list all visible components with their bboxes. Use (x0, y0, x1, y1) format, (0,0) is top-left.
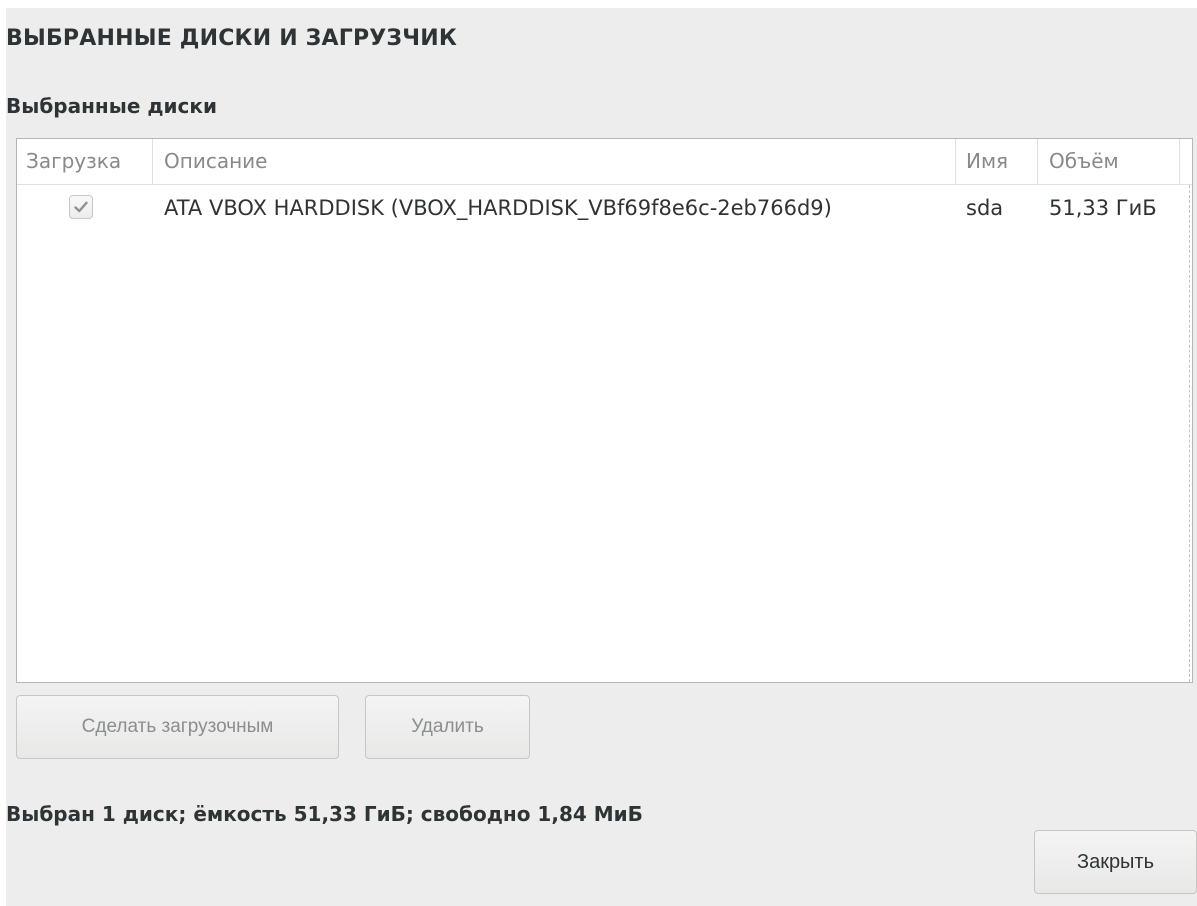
dialog-title: ВЫБРАННЫЕ ДИСКИ И ЗАГРУЗЧИК (6, 26, 458, 51)
selected-disks-dialog: ВЫБРАННЫЕ ДИСКИ И ЗАГРУЗЧИК Выбранные ди… (6, 8, 1197, 906)
column-header-size[interactable]: Объём (1038, 139, 1180, 184)
checkmark-icon (74, 201, 88, 213)
set-boot-device-button[interactable]: Сделать загрузочным (16, 695, 339, 759)
disk-summary: Выбран 1 диск; ёмкость 51,33 ГиБ; свобод… (6, 802, 643, 826)
disk-description: ATA VBOX HARDDISK (VBOX_HARDDISK_VBf69f8… (164, 196, 832, 220)
remove-button[interactable]: Удалить (365, 695, 530, 759)
disk-name: sda (966, 196, 1004, 220)
column-header-boot[interactable]: Загрузка (17, 139, 153, 184)
selected-disks-label: Выбранные диски (6, 94, 217, 118)
table-scrollbar[interactable] (1189, 185, 1190, 682)
column-header-description[interactable]: Описание (153, 139, 956, 184)
disk-table: Загрузка Описание Имя Объём ATA VBOX HAR… (16, 138, 1193, 683)
column-header-name[interactable]: Имя (956, 139, 1038, 184)
disk-size: 51,33 ГиБ (1049, 196, 1157, 220)
table-header: Загрузка Описание Имя Объём (17, 139, 1192, 185)
boot-checkbox[interactable] (69, 195, 93, 219)
table-row[interactable]: ATA VBOX HARDDISK (VBOX_HARDDISK_VBf69f8… (17, 185, 1192, 231)
close-button[interactable]: Закрыть (1034, 830, 1197, 894)
